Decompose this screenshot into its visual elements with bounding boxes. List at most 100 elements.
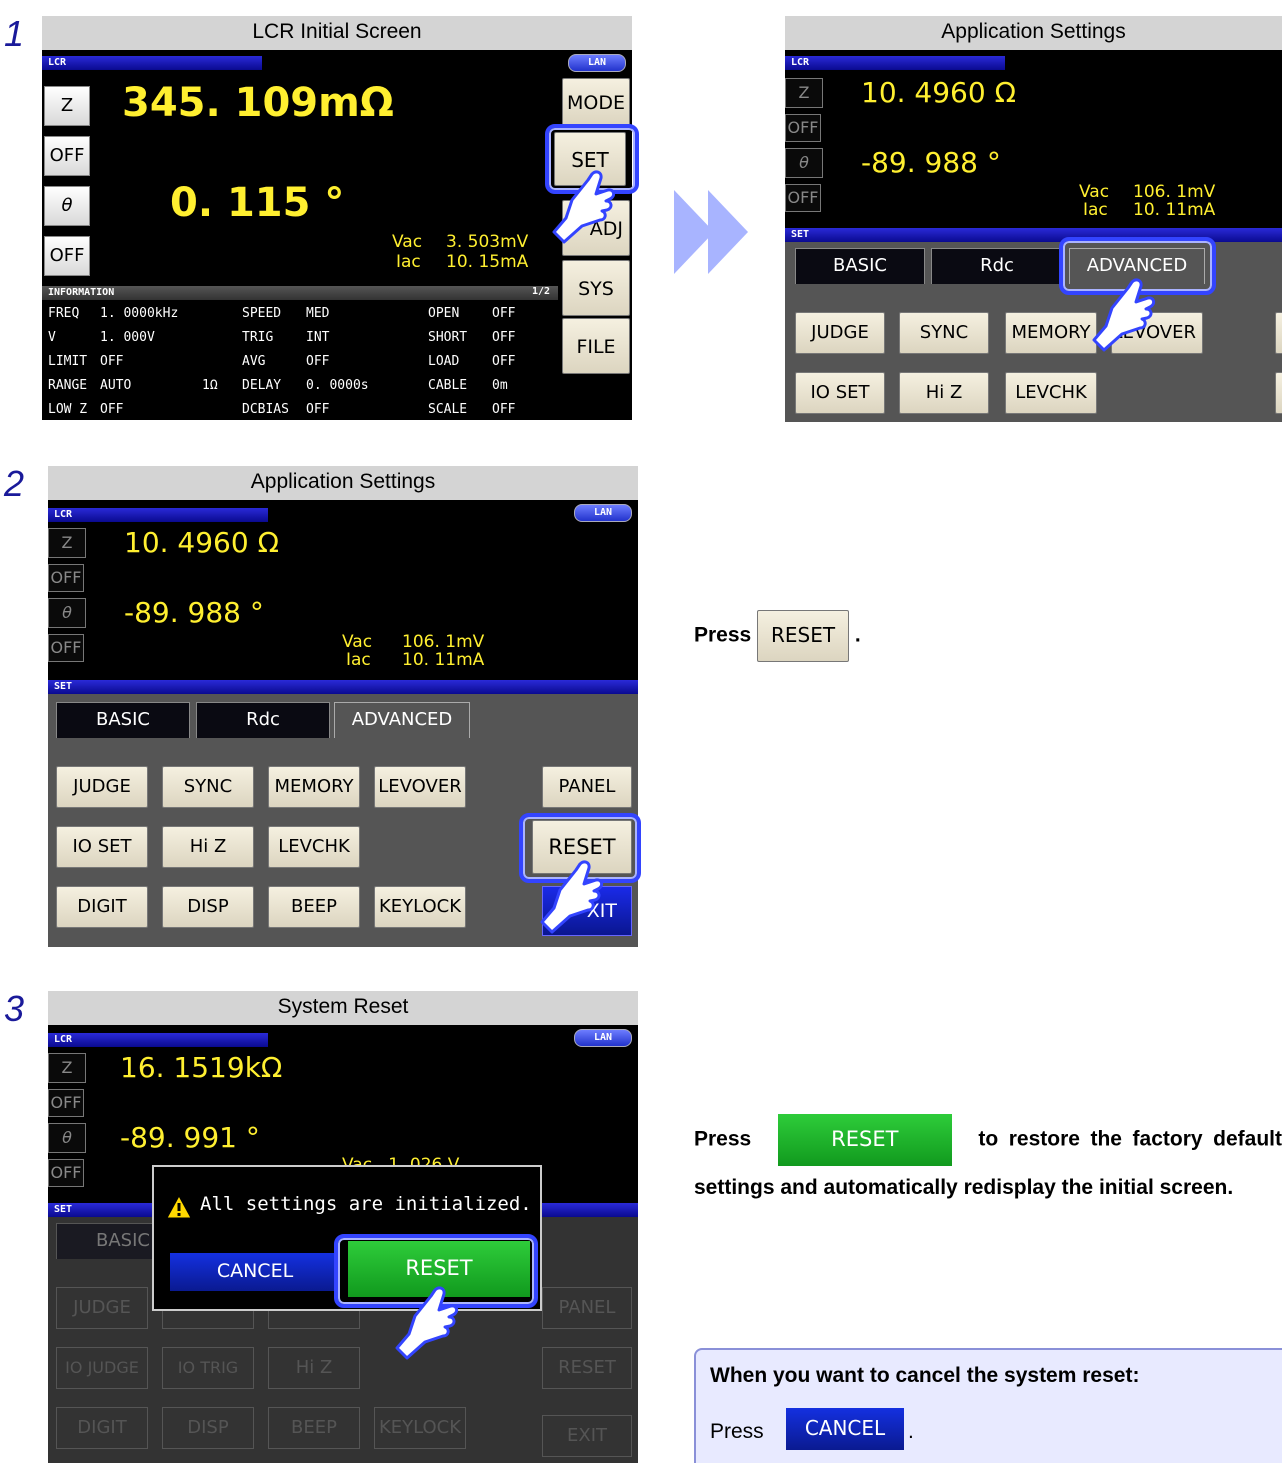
screen-caption-lcr-initial: LCR Initial Screen [42,16,632,50]
info-cell: TRIG [242,330,274,345]
lcr-initial-screen: LCR LAN Z 345. 109mΩ OFF θ 0. 115 ° OFF … [42,50,632,420]
vac-label: Vac [342,632,373,652]
screen-caption-app-settings-2: Application Settings [48,466,638,500]
info-cell: DELAY [242,378,282,393]
info-cell: OFF [306,354,330,369]
vac-value: 106. 1mV [1133,182,1216,202]
note-title: When you want to cancel the system reset… [710,1364,1140,1387]
info-cell: SCALE [428,402,468,417]
info-cell: AVG [242,354,266,369]
info-cell: 1. 0000kHz [100,306,179,321]
mode-bar: LCR [48,508,268,522]
info-cell: 0m [492,378,508,393]
sync-button[interactable]: SYNC [899,312,989,354]
ghost-io-trig: IO TRIG [162,1347,254,1389]
levchk-button[interactable]: LEVCHK [1005,372,1097,414]
next-arrow-icon [674,190,748,274]
panel-button[interactable]: PANEL [542,766,632,808]
io-set-button[interactable]: IO SET [56,826,148,868]
info-cell: MED [306,306,330,321]
tab-basic[interactable]: BASIC [56,702,190,738]
param-z-button[interactable]: Z [44,86,90,126]
hi-z-button[interactable]: Hi Z [162,826,254,868]
io-set-button[interactable]: IO SET [795,372,885,414]
levchk-button[interactable]: LEVCHK [268,826,360,868]
memory-button[interactable]: MEMORY [268,766,360,808]
note-cancel-button: CANCEL [786,1408,904,1450]
digit-button[interactable]: DIGIT [56,886,148,928]
iac-value: 10. 11mA [1133,200,1216,220]
pointing-hand-icon [552,170,616,244]
app-settings-screen-preview: LCR Z 10. 4960 Ω OFF θ -89. 988 ° OFF Va… [785,50,1282,422]
hi-z-button[interactable]: Hi Z [899,372,989,414]
reset-button-partial[interactable] [1275,372,1282,414]
param-off-box-2[interactable]: OFF [785,184,821,212]
info-cell: OFF [492,330,516,345]
info-cell: 0. 0000s [306,378,369,393]
info-cell: OFF [100,402,124,417]
ghost-io-judge: IO JUDGE [56,1347,148,1389]
judge-button[interactable]: JUDGE [56,766,148,808]
ghost-exit: EXIT [542,1415,632,1457]
panel-button-partial[interactable] [1275,312,1282,354]
value-theta: -89. 991 ° [120,1121,260,1154]
info-cell: DCBIAS [242,402,289,417]
sync-button[interactable]: SYNC [162,766,254,808]
disp-button[interactable]: DISP [162,886,254,928]
info-cell: SPEED [242,306,282,321]
tab-rdc[interactable]: Rdc [196,702,330,738]
ghost-beep: BEEP [268,1407,360,1449]
info-cell: INT [306,330,330,345]
info-cell: SHORT [428,330,468,345]
judge-button[interactable]: JUDGE [795,312,885,354]
info-cell: OFF [100,354,124,369]
note-press: Press [710,1420,764,1443]
tab-basic[interactable]: BASIC [795,248,925,284]
info-cell: LOW Z [48,402,88,417]
param-off-button-2[interactable]: OFF [44,236,90,276]
param-theta-box[interactable]: θ [785,148,823,178]
vac-label: Vac [392,232,423,252]
param-off-button-1[interactable]: OFF [44,136,90,176]
param-theta-box[interactable]: θ [48,1123,86,1153]
file-button[interactable]: FILE [562,318,630,374]
memory-button[interactable]: MEMORY [1005,312,1097,354]
param-z-box[interactable]: Z [785,78,823,108]
info-cell: V [48,330,56,345]
dialog-cancel-button[interactable]: CANCEL [170,1253,340,1291]
info-cell: CABLE [428,378,468,393]
tab-rdc[interactable]: Rdc [931,248,1063,284]
pointing-hand-icon [1092,278,1156,352]
iac-label: Iac [346,650,371,670]
param-off-box-1[interactable]: OFF [785,114,821,142]
param-off-box-1[interactable]: OFF [48,564,84,592]
instruction-period: . [854,623,861,647]
info-cell: AUTO [100,378,132,393]
param-theta-box[interactable]: θ [48,598,86,628]
note-period: . [908,1420,914,1443]
param-off-box-2[interactable]: OFF [48,1159,84,1187]
mode-button[interactable]: MODE [562,78,630,126]
info-cell: OPEN [428,306,460,321]
ghost-keylock: KEYLOCK [374,1407,466,1449]
param-off-box-2[interactable]: OFF [48,634,84,662]
levover-button[interactable]: LEVOVER [374,766,466,808]
beep-button[interactable]: BEEP [268,886,360,928]
param-z-box[interactable]: Z [48,1053,86,1083]
param-z-box[interactable]: Z [48,528,86,558]
param-theta-button[interactable]: θ [44,186,90,226]
info-cell: FREQ [48,306,80,321]
ghost-panel: PANEL [542,1287,632,1329]
pointing-hand-icon [540,860,604,934]
tab-advanced[interactable]: ADVANCED [334,702,470,738]
value-z: 10. 4960 Ω [861,76,1016,109]
ghost-disp: DISP [162,1407,254,1449]
param-off-box-1[interactable]: OFF [48,1089,84,1117]
step-number-1: 1 [4,13,25,54]
iac-value: 10. 15mA [446,252,529,272]
keylock-button[interactable]: KEYLOCK [374,886,466,928]
info-cell: OFF [492,402,516,417]
step-number-3: 3 [4,988,25,1029]
dialog-message: All settings are initialized. [200,1193,532,1215]
sys-button[interactable]: SYS [562,260,630,316]
